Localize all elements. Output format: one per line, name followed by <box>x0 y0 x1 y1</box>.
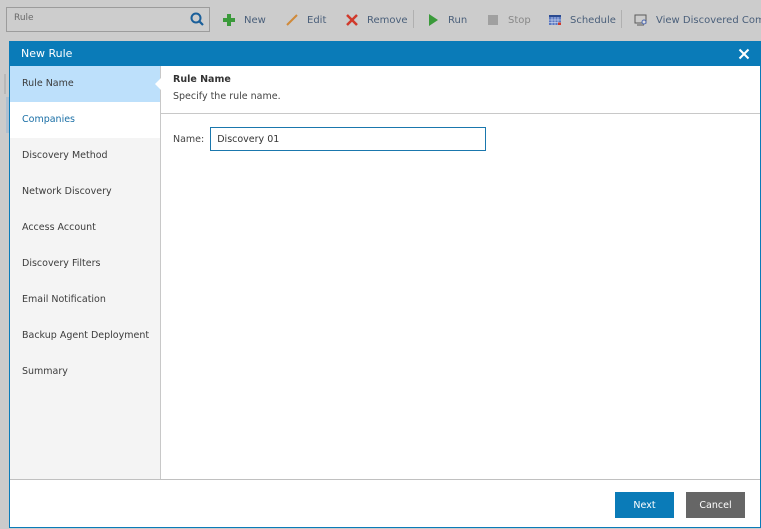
x-icon <box>346 14 358 26</box>
step-discovery-filters[interactable]: Discovery Filters <box>10 246 160 282</box>
step-backup-agent-deployment[interactable]: Backup Agent Deployment <box>10 318 160 354</box>
step-rule-name[interactable]: Rule Name <box>10 66 161 102</box>
cancel-button[interactable]: Cancel <box>686 492 745 518</box>
monitor-search-icon <box>634 14 647 26</box>
calendar-icon <box>549 15 561 25</box>
edit-button[interactable]: Edit <box>285 11 326 29</box>
step-companies[interactable]: Companies <box>10 102 160 138</box>
step-summary[interactable]: Summary <box>10 354 160 390</box>
dialog-header: New Rule <box>10 42 760 66</box>
wizard-steps: Rule Name Companies Discovery Method Net… <box>10 66 161 479</box>
schedule-label: Schedule <box>570 14 616 26</box>
new-rule-dialog: New Rule Rule Name Companies Discovery M… <box>9 41 761 528</box>
background-divider <box>4 74 6 94</box>
search-icon[interactable] <box>189 11 205 27</box>
stop-label: Stop <box>508 14 531 26</box>
plus-icon <box>223 14 235 26</box>
close-icon[interactable] <box>736 46 752 62</box>
search-box[interactable] <box>6 7 210 32</box>
step-description: Specify the rule name. <box>173 91 281 102</box>
step-label: Network Discovery <box>22 186 112 197</box>
step-discovery-method[interactable]: Discovery Method <box>10 138 160 174</box>
step-header: Rule Name Specify the rule name. <box>161 66 760 114</box>
pencil-icon <box>286 14 298 26</box>
step-label: Companies <box>22 114 76 125</box>
step-content: Rule Name Specify the rule name. Name: <box>161 66 760 479</box>
play-icon <box>429 14 438 26</box>
run-label: Run <box>448 14 468 26</box>
dialog-title: New Rule <box>21 47 73 60</box>
new-label: New <box>244 14 266 26</box>
toolbar-separator <box>413 10 414 28</box>
search-input[interactable] <box>14 13 184 23</box>
step-email-notification[interactable]: Email Notification <box>10 282 160 318</box>
view-discovered-label: View Discovered Compu <box>656 14 761 26</box>
dialog-footer: Next Cancel <box>10 479 760 527</box>
rule-name-input[interactable] <box>210 127 487 151</box>
remove-button[interactable]: Remove <box>345 11 408 29</box>
step-label: Access Account <box>22 222 96 233</box>
schedule-button[interactable]: Schedule <box>548 11 616 29</box>
new-button[interactable]: New <box>222 11 266 29</box>
step-label: Rule Name <box>22 78 74 89</box>
step-label: Summary <box>22 366 68 377</box>
remove-label: Remove <box>367 14 408 26</box>
step-title: Rule Name <box>173 74 231 85</box>
step-access-account[interactable]: Access Account <box>10 210 160 246</box>
edit-label: Edit <box>307 14 327 26</box>
step-label: Discovery Method <box>22 150 108 161</box>
view-discovered-computers-button[interactable]: View Discovered Compu <box>634 11 761 29</box>
toolbar-separator <box>621 10 622 28</box>
step-label: Discovery Filters <box>22 258 101 269</box>
stop-icon <box>488 15 498 25</box>
stop-button[interactable]: Stop <box>486 11 531 29</box>
step-label: Email Notification <box>22 294 106 305</box>
step-network-discovery[interactable]: Network Discovery <box>10 174 160 210</box>
next-button[interactable]: Next <box>615 492 674 518</box>
step-label: Backup Agent Deployment <box>22 330 150 341</box>
name-field-row: Name: <box>173 127 487 151</box>
toolbar: New Edit Remove Run Stop <box>0 0 761 40</box>
run-button[interactable]: Run <box>426 11 467 29</box>
name-label: Name: <box>173 133 205 145</box>
